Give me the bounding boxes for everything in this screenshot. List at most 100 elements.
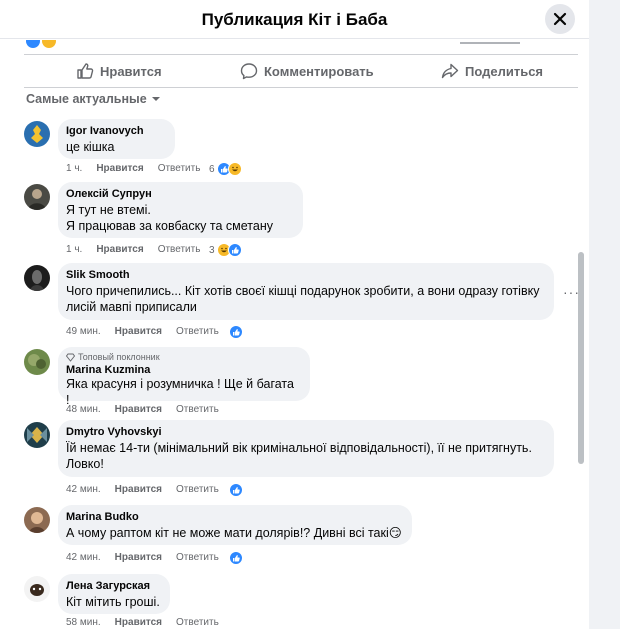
avatar[interactable]	[24, 121, 50, 147]
avatar[interactable]	[24, 422, 50, 448]
sort-label: Самые актуальные	[26, 92, 147, 106]
comment-time[interactable]: 42 мин.	[66, 484, 101, 495]
comment-text: Чого причепились... Кіт хотів своєї кішц…	[66, 284, 540, 298]
comment-item: Slik Smooth Чого причепились... Кіт хоті…	[24, 263, 584, 343]
haha-reaction-icon	[42, 40, 56, 48]
comment-time[interactable]: 48 мин.	[66, 404, 101, 415]
avatar[interactable]	[24, 507, 50, 533]
thumbs-up-icon	[77, 63, 94, 79]
comment-like-button[interactable]: Нравится	[115, 552, 162, 563]
comment-meta: 42 мин. Нравится Ответить	[66, 484, 219, 495]
comment-time[interactable]: 1 ч.	[66, 163, 82, 174]
comment-reply-button[interactable]: Ответить	[176, 484, 219, 495]
comment-like-button[interactable]: Нравится	[115, 326, 162, 337]
commenter-name[interactable]: Marina Budko	[66, 511, 402, 523]
comment-bubble: Igor Ivanovych це кішка	[58, 119, 175, 159]
comment-bubble: Marina Budko А чому раптом кіт не може м…	[58, 505, 412, 545]
post-dialog: Публикация Кіт і Баба Нравится Комментир…	[0, 0, 589, 629]
close-button[interactable]	[545, 4, 575, 34]
comment-text: лисій мавпі приписали	[66, 300, 197, 314]
comment-meta: 49 мин. Нравится Ответить	[66, 326, 219, 337]
badge-label: Топовый поклонник	[78, 352, 160, 362]
like-reaction-icon	[229, 325, 243, 339]
comment-item: Dmytro Vyhovskyi Їй немає 14-ти (мінімал…	[24, 420, 584, 500]
avatar[interactable]	[24, 184, 50, 210]
comment-like-button[interactable]: Нравится	[115, 617, 162, 628]
comment-text: Їй немає 14-ти (мінімальний вік кримінал…	[66, 441, 532, 455]
like-reaction-icon	[26, 40, 40, 48]
comment-time[interactable]: 58 мин.	[66, 617, 101, 628]
commenter-name[interactable]: Igor Ivanovych	[66, 125, 165, 137]
comment-reply-button[interactable]: Ответить	[176, 404, 219, 415]
comment-text: А чому раптом кіт не може мати долярів!?…	[66, 526, 402, 540]
diamond-icon	[66, 353, 75, 362]
share-arrow-icon	[441, 63, 459, 79]
comment-item: Олексій Супрун Я тут не втемі. Я працюва…	[24, 182, 584, 257]
comment-bubble: Топовый поклонник Marina Kuzmina Яка кра…	[58, 347, 310, 407]
haha-reaction-icon	[227, 162, 242, 176]
commenter-name[interactable]: Slik Smooth	[66, 269, 544, 281]
comment-like-button[interactable]: Нравится	[96, 163, 143, 174]
post-actions-bar: Нравится Комментировать Поделиться	[24, 54, 578, 88]
comment-meta: 58 мин. Нравится Ответить	[66, 617, 219, 628]
comment-meta: 1 ч. Нравится Ответить	[66, 163, 200, 174]
comment-time[interactable]: 1 ч.	[66, 244, 82, 255]
like-button[interactable]: Нравится	[76, 55, 162, 87]
like-button-label: Нравится	[100, 63, 162, 79]
avatar[interactable]	[24, 349, 50, 375]
comment-bubble: Slik Smooth Чого причепились... Кіт хоті…	[58, 263, 554, 320]
comment-text: Ловко!	[66, 457, 104, 471]
top-fan-badge: Топовый поклонник	[66, 352, 300, 362]
comment-meta: 48 мин. Нравится Ответить	[66, 404, 219, 415]
comment-item: Топовый поклонник Marina Kuzmina Яка кра…	[24, 347, 584, 417]
avatar[interactable]	[24, 265, 50, 291]
dialog-title: Публикация Кіт і Баба	[201, 10, 388, 29]
comment-reactions[interactable]	[229, 551, 243, 565]
comment-time[interactable]: 42 мин.	[66, 552, 101, 563]
share-button[interactable]: Поделиться	[441, 55, 543, 87]
comment-meta: 42 мин. Нравится Ответить	[66, 552, 219, 563]
page-background	[589, 0, 620, 629]
comment-reply-button[interactable]: Ответить	[158, 244, 201, 255]
comments-count-summary[interactable]	[460, 40, 530, 46]
dialog-header: Публикация Кіт і Баба	[0, 0, 589, 39]
comment-reactions[interactable]	[229, 325, 243, 339]
comment-bubble: Лена Загурская Кіт мітить гроші.	[58, 574, 170, 614]
avatar[interactable]	[24, 576, 50, 602]
comment-reply-button[interactable]: Ответить	[176, 617, 219, 628]
reaction-count: 6	[209, 163, 215, 175]
comment-reactions[interactable]: 3	[209, 243, 242, 257]
close-icon	[553, 12, 567, 26]
comment-like-button[interactable]: Нравится	[115, 404, 162, 415]
comment-like-button[interactable]: Нравится	[96, 244, 143, 255]
comment-item: Marina Budko А чому раптом кіт не може м…	[24, 505, 584, 567]
comment-item: Лена Загурская Кіт мітить гроші. 58 мин.…	[24, 574, 584, 629]
comment-reply-button[interactable]: Ответить	[176, 552, 219, 563]
comment-sort-dropdown[interactable]: Самые актуальные	[26, 92, 161, 106]
reaction-count: 3	[209, 244, 215, 256]
comment-like-button[interactable]: Нравится	[115, 484, 162, 495]
comment-text: Я працював за ковбаску та сметану	[66, 219, 273, 233]
comment-meta: 1 ч. Нравится Ответить	[66, 244, 200, 255]
comment-item: Igor Ivanovych це кішка 1 ч. Нравится От…	[24, 119, 584, 179]
comment-button-label: Комментировать	[264, 63, 374, 79]
like-reaction-icon	[229, 483, 243, 497]
reactions-summary[interactable]	[26, 40, 356, 48]
comment-reactions[interactable]: 6	[209, 162, 242, 176]
comment-time[interactable]: 49 мин.	[66, 326, 101, 337]
commenter-name[interactable]: Dmytro Vyhovskyi	[66, 426, 544, 438]
scrollbar-thumb[interactable]	[578, 252, 584, 464]
comment-reply-button[interactable]: Ответить	[176, 326, 219, 337]
commenter-name[interactable]: Лена Загурская	[66, 580, 160, 592]
like-reaction-icon	[227, 243, 242, 257]
comment-bubble: Dmytro Vyhovskyi Їй немає 14-ти (мінімал…	[58, 420, 554, 477]
commenter-name[interactable]: Marina Kuzmina	[66, 364, 300, 376]
comment-reactions[interactable]	[229, 483, 243, 497]
comment-reply-button[interactable]: Ответить	[158, 163, 201, 174]
like-reaction-icon	[229, 551, 243, 565]
commenter-name[interactable]: Олексій Супрун	[66, 188, 293, 200]
caret-down-icon	[151, 97, 160, 101]
comment-text: це кішка	[66, 140, 115, 154]
share-button-label: Поделиться	[465, 63, 544, 79]
speech-bubble-icon	[240, 63, 258, 80]
